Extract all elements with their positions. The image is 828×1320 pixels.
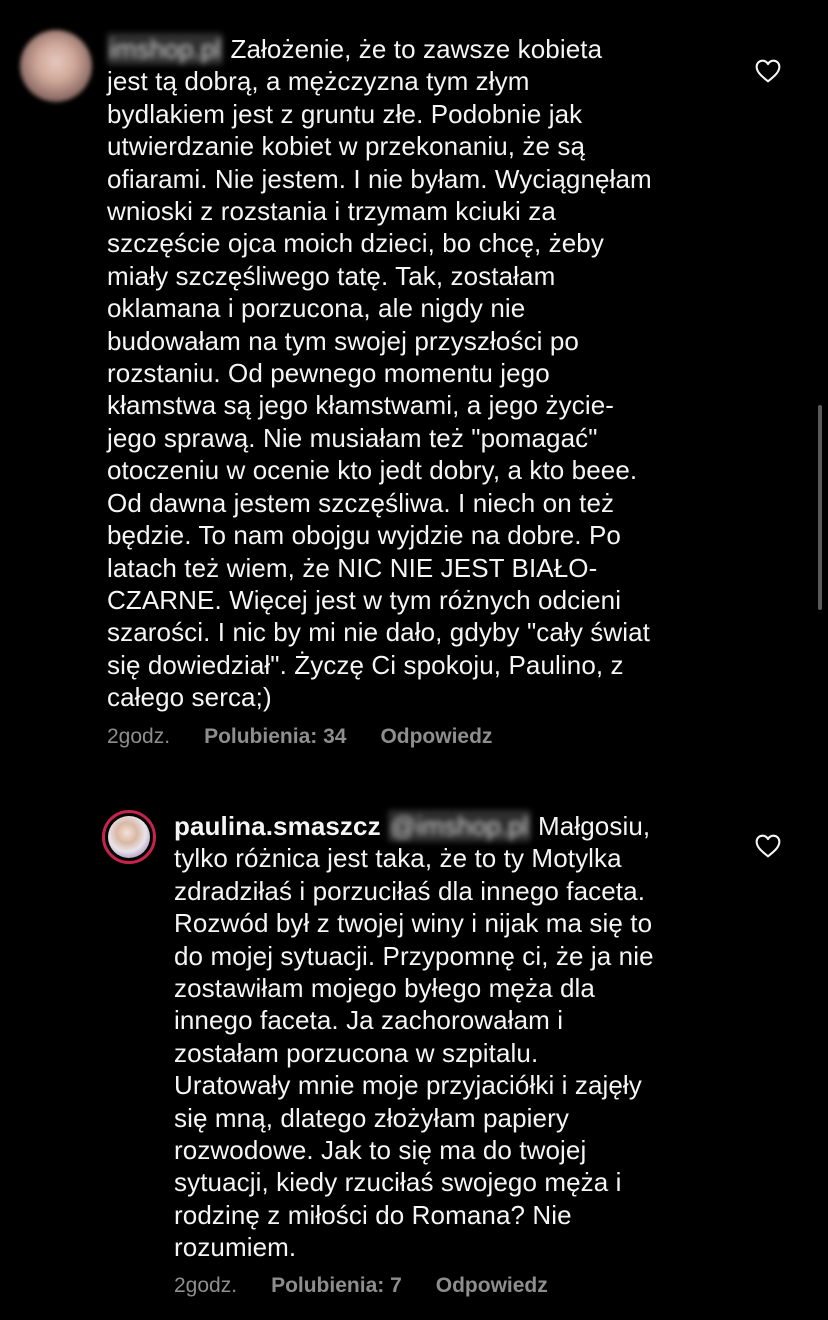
comment-text: Założenie, że to zawsze kobieta jest tą … xyxy=(107,34,652,713)
reply-avatar[interactable] xyxy=(102,810,156,864)
username-link[interactable]: paulina.smaszcz xyxy=(174,811,381,841)
commenter-avatar[interactable] xyxy=(20,30,92,102)
reply-button[interactable]: Odpowiedz xyxy=(380,725,492,749)
heart-outline-icon[interactable] xyxy=(755,834,781,858)
reply-button[interactable]: Odpowiedz xyxy=(436,1274,548,1298)
comment-text: Małgosiu, tylko różnica jest taka, że to… xyxy=(174,811,654,1263)
likes-count[interactable]: Polubienia: 7 xyxy=(271,1274,402,1298)
blurred-mention[interactable]: @imshop.pl xyxy=(388,810,531,843)
avatar-photo xyxy=(108,816,150,858)
likes-count[interactable]: Polubienia: 34 xyxy=(204,725,346,749)
comment-body: paulina.smaszcz @imshop.pl Małgosiu, tyl… xyxy=(174,810,754,1264)
comment-meta: 2godz. Polubienia: 34 Odpowiedz xyxy=(107,725,492,749)
comment-time: 2godz. xyxy=(174,1274,238,1297)
heart-outline-icon[interactable] xyxy=(755,59,781,83)
comment-body: imshop.pl Założenie, że to zawsze kobiet… xyxy=(107,33,747,714)
scrollbar[interactable] xyxy=(818,405,822,610)
blurred-username[interactable]: imshop.pl xyxy=(107,33,224,66)
comment-meta: 2godz. Polubienia: 7 Odpowiedz xyxy=(174,1274,548,1298)
comment-time: 2godz. xyxy=(107,725,171,748)
